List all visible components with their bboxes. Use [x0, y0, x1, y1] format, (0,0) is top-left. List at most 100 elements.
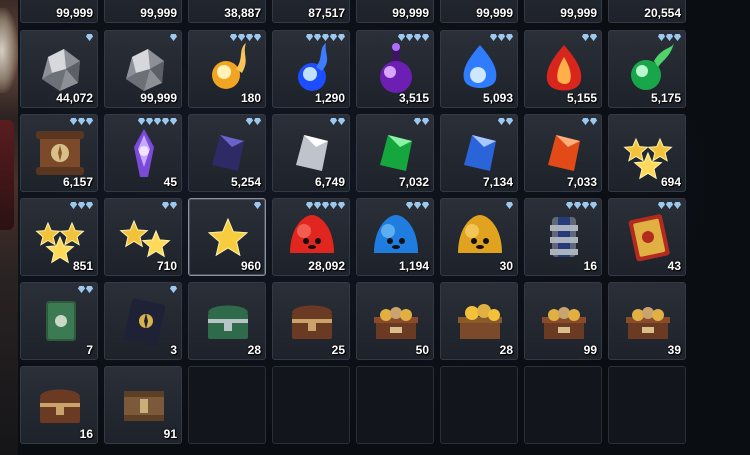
grade-gem-icon — [414, 118, 421, 125]
item-quantity: 99,999 — [140, 6, 177, 20]
inventory-slot[interactable]: 43 — [608, 198, 686, 276]
inventory-slot[interactable]: 99,999 — [440, 0, 518, 23]
inventory-slot-empty[interactable] — [272, 366, 350, 444]
inventory-slot[interactable]: 91 — [104, 366, 182, 444]
grade-gem-icon — [506, 202, 513, 209]
item-quantity: 99,999 — [56, 6, 93, 20]
grade-gem-icon — [78, 118, 85, 125]
inventory-slot[interactable]: 99,999 — [20, 0, 98, 23]
grade-gems — [70, 202, 93, 209]
inventory-slot[interactable]: 99,999 — [104, 30, 182, 108]
inventory-slot[interactable]: 99,999 — [524, 0, 602, 23]
inventory-slot[interactable]: 1,290 — [272, 30, 350, 108]
blue-essence-orb-icon — [450, 39, 510, 99]
grade-gems — [330, 118, 345, 125]
wooden-crate-icon — [114, 375, 174, 435]
item-quantity: 1,290 — [314, 91, 345, 105]
inventory-slot-empty[interactable] — [608, 366, 686, 444]
item-quantity: 91 — [163, 427, 177, 441]
inventory-slot[interactable]: 3,515 — [356, 30, 434, 108]
inventory-slot[interactable]: 99 — [524, 282, 602, 360]
grade-gem-icon — [86, 34, 93, 41]
grade-gems — [566, 202, 597, 209]
inventory-slot[interactable]: 16 — [20, 366, 98, 444]
inventory-slot[interactable]: 28 — [188, 282, 266, 360]
item-quantity: 1,194 — [398, 259, 429, 273]
inventory-slot[interactable]: 5,155 — [524, 30, 602, 108]
grade-gem-icon — [154, 118, 161, 125]
grade-gems — [70, 118, 93, 125]
inventory-slot-empty[interactable] — [356, 366, 434, 444]
item-quantity: 38,887 — [224, 6, 261, 20]
inventory-slot[interactable]: 180 — [188, 30, 266, 108]
inventory-slot[interactable]: 38,887 — [188, 0, 266, 23]
grade-gems — [230, 34, 261, 41]
inventory-slot[interactable]: 5,175 — [608, 30, 686, 108]
grade-gem-icon — [230, 34, 237, 41]
inventory-slot[interactable]: 694 — [608, 114, 686, 192]
gold-treasure-chest-icon — [450, 291, 510, 351]
item-quantity: 87,517 — [308, 6, 345, 20]
inventory-slot[interactable]: 6,157 — [20, 114, 98, 192]
grade-gems — [398, 34, 429, 41]
inventory-slot[interactable]: 25 — [272, 282, 350, 360]
inventory-slot[interactable]: 39 — [608, 282, 686, 360]
inventory-slot[interactable]: 28,092 — [272, 198, 350, 276]
inventory-slot[interactable]: 710 — [104, 198, 182, 276]
item-quantity: 7,134 — [482, 175, 513, 189]
item-quantity: 99,999 — [140, 91, 177, 105]
inventory-slot[interactable]: 45 — [104, 114, 182, 192]
grade-gem-icon — [566, 202, 573, 209]
inventory-slot[interactable]: 1,194 — [356, 198, 434, 276]
inventory-slot[interactable]: 5,254 — [188, 114, 266, 192]
inventory-slot[interactable]: 30 — [440, 198, 518, 276]
item-quantity: 28 — [499, 343, 513, 357]
inventory-slot-empty[interactable] — [440, 366, 518, 444]
inventory-slot-empty[interactable] — [524, 366, 602, 444]
inventory-slot[interactable]: 7,032 — [356, 114, 434, 192]
grade-gem-icon — [674, 34, 681, 41]
item-quantity: 25 — [331, 343, 345, 357]
item-quantity: 5,093 — [482, 91, 513, 105]
red-fire-crystal-icon — [534, 39, 594, 99]
inventory-slot[interactable]: 7 — [20, 282, 98, 360]
inventory-slot[interactable]: 50 — [356, 282, 434, 360]
gray-ore-icon — [114, 39, 174, 99]
grade-gem-icon — [590, 118, 597, 125]
item-quantity: 99,999 — [392, 6, 429, 20]
inventory-slot[interactable]: 3 — [104, 282, 182, 360]
grade-gem-icon — [322, 202, 329, 209]
item-quantity: 99,999 — [476, 6, 513, 20]
inventory-slot[interactable]: 7,033 — [524, 114, 602, 192]
inventory-slot[interactable]: 5,093 — [440, 30, 518, 108]
grade-gem-icon — [70, 118, 77, 125]
inventory-slot[interactable]: 20,554 — [608, 0, 686, 23]
item-quantity: 20,554 — [644, 6, 681, 20]
inventory-slot[interactable]: 44,072 — [20, 30, 98, 108]
grade-gem-icon — [506, 34, 513, 41]
item-quantity: 5,155 — [566, 91, 597, 105]
grade-gem-icon — [414, 34, 421, 41]
grade-gem-icon — [590, 202, 597, 209]
grade-gem-icon — [170, 202, 177, 209]
inventory-slot[interactable]: 28 — [440, 282, 518, 360]
inventory-slot[interactable]: 16 — [524, 198, 602, 276]
grade-gem-icon — [170, 286, 177, 293]
grade-gem-icon — [422, 34, 429, 41]
item-quantity: 16 — [79, 427, 93, 441]
grade-gems — [506, 202, 513, 209]
inventory-slot-empty[interactable] — [188, 366, 266, 444]
grade-gems — [490, 34, 513, 41]
inventory-slot[interactable]: 851 — [20, 198, 98, 276]
grade-gems — [306, 202, 345, 209]
inventory-slot[interactable]: 87,517 — [272, 0, 350, 23]
grade-gems — [414, 118, 429, 125]
inventory-slot[interactable]: 99,999 — [356, 0, 434, 23]
inventory-slot[interactable]: 99,999 — [104, 0, 182, 23]
inventory-slot[interactable]: 6,749 — [272, 114, 350, 192]
item-quantity: 28 — [247, 343, 261, 357]
inventory-slot[interactable]: 7,134 — [440, 114, 518, 192]
inventory-slot[interactable]: 960 — [188, 198, 266, 276]
grade-gems — [254, 202, 261, 209]
grade-gem-icon — [146, 118, 153, 125]
